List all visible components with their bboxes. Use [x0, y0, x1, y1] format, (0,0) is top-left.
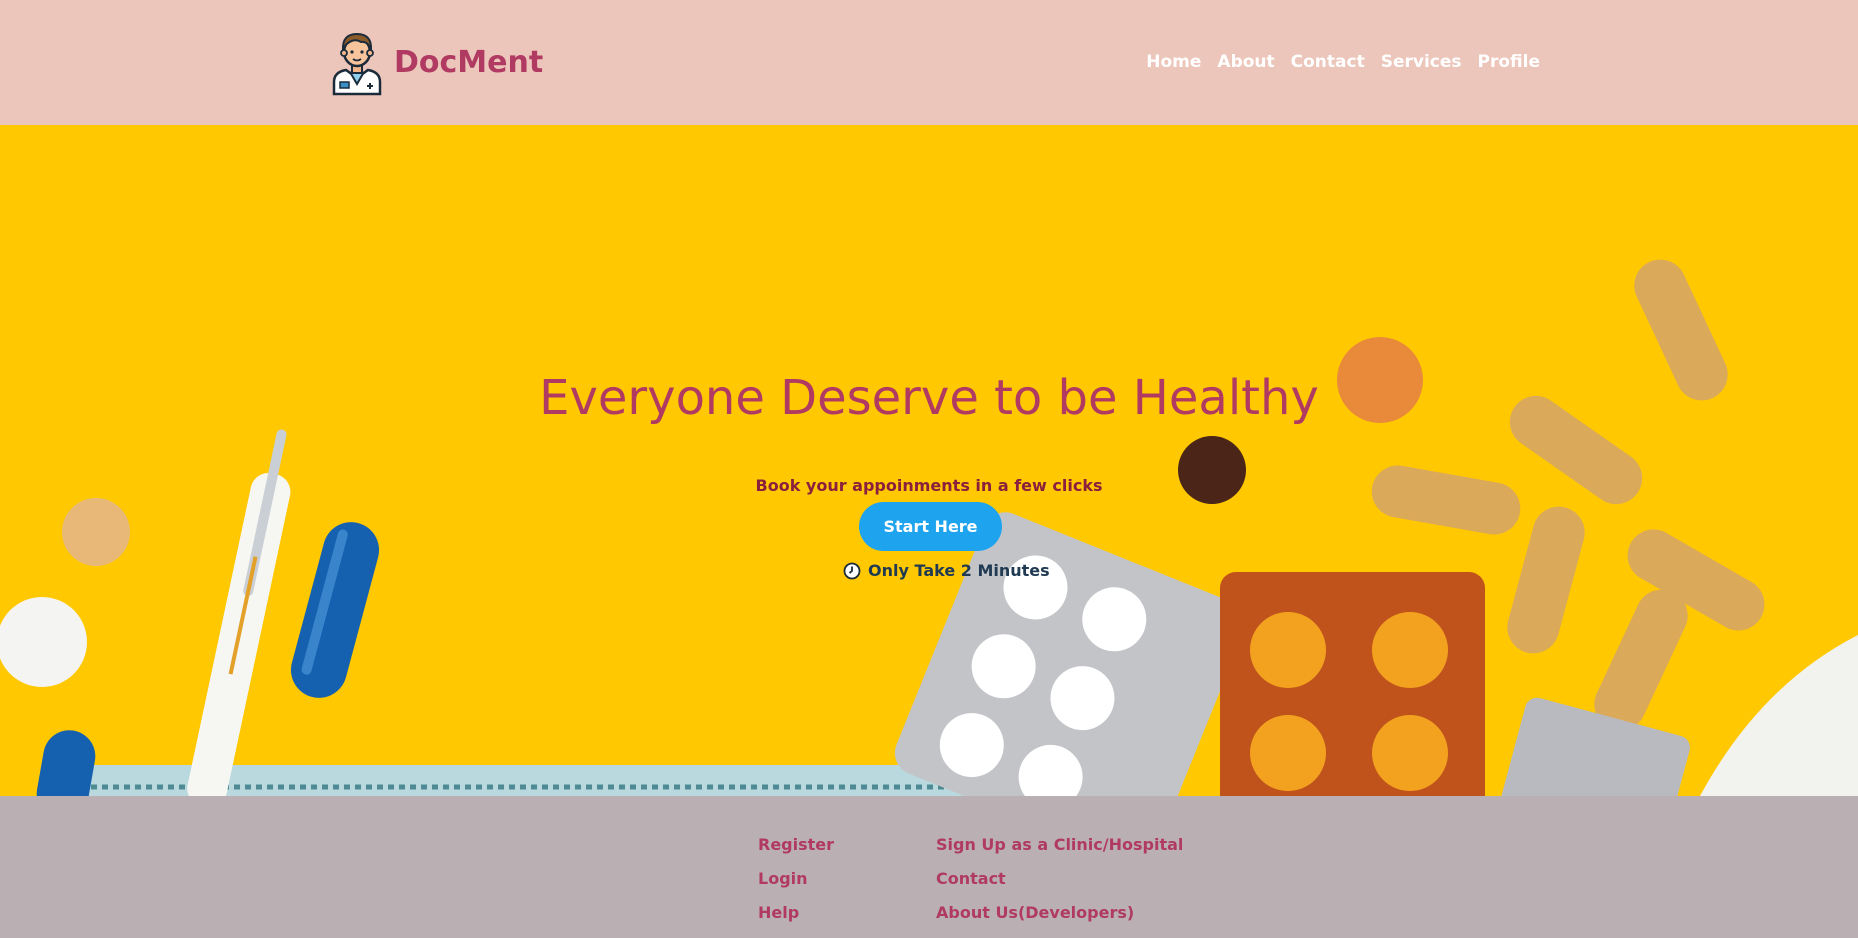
start-here-button[interactable]: Start Here	[859, 502, 1002, 551]
duration-text: Only Take 2 Minutes	[868, 561, 1050, 580]
footer-column-account: Register Login Help	[758, 836, 834, 938]
clock-icon	[843, 562, 861, 579]
nav-contact-link[interactable]: Contact	[1291, 52, 1365, 72]
duration-note: Only Take 2 Minutes	[843, 561, 1050, 580]
doctor-avatar-icon	[332, 32, 382, 96]
brand-name[interactable]: DocMent	[394, 45, 543, 80]
site-header: DocMent Home About Contact Services Prof…	[0, 0, 1858, 125]
site-footer: Register Login Help Sign Up as a Clinic/…	[0, 796, 1858, 931]
pills-background-image	[0, 259, 1858, 796]
nav-profile-link[interactable]: Profile	[1478, 52, 1540, 72]
hero-subtitle: Book your appoinments in a few clicks	[755, 476, 1103, 495]
footer-register-link[interactable]: Register	[758, 836, 834, 870]
hero-section: Everyone Deserve to be Healthy Book your…	[0, 125, 1858, 796]
footer-help-link[interactable]: Help	[758, 904, 834, 938]
hero-title: Everyone Deserve to be Healthy	[539, 370, 1319, 426]
logo[interactable]: DocMent	[328, 28, 543, 96]
footer-contact-link[interactable]: Contact	[936, 870, 1183, 904]
footer-clinic-signup-link[interactable]: Sign Up as a Clinic/Hospital	[936, 836, 1183, 870]
footer-login-link[interactable]: Login	[758, 870, 834, 904]
nav-home-link[interactable]: Home	[1146, 52, 1201, 72]
footer-about-developers-link[interactable]: About Us(Developers)	[936, 904, 1183, 938]
footer-column-info: Sign Up as a Clinic/Hospital Contact Abo…	[936, 836, 1183, 938]
nav-services-link[interactable]: Services	[1381, 52, 1462, 72]
nav-about-link[interactable]: About	[1217, 52, 1274, 72]
main-nav: Home About Contact Services Profile	[1130, 52, 1540, 72]
